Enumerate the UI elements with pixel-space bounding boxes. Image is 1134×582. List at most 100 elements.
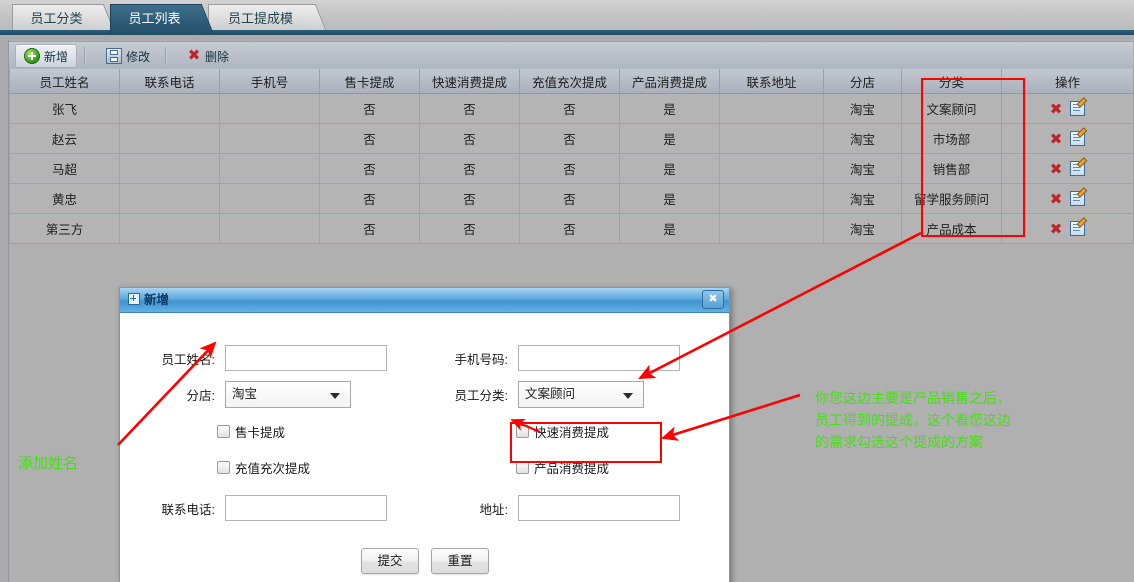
- table-row[interactable]: 张飞 否 否 否 是 淘宝 文案顾问 ✖: [9, 93, 1134, 124]
- toolbar-separator: [165, 47, 167, 65]
- contact-phone-input[interactable]: [225, 495, 387, 521]
- field-employee-category: 员工分类: 文案顾问: [440, 381, 644, 408]
- window-grid-icon: [128, 293, 140, 305]
- table-body: 张飞 否 否 否 是 淘宝 文案顾问 ✖ 赵云 否 否 否 是 淘宝 市场部 ✖…: [9, 93, 1134, 244]
- field-employee-name: 员工姓名:: [140, 345, 387, 371]
- table-row[interactable]: 第三方 否 否 否 是 淘宝 产品成本 ✖: [9, 213, 1134, 244]
- delete-button[interactable]: ✖ 删除: [179, 45, 237, 67]
- tab-strip: 员工分类 员工列表 员工提成模版: [0, 0, 1134, 53]
- cell-mobile: [219, 213, 320, 244]
- checkbox-box[interactable]: [217, 425, 230, 438]
- annotation-note-add-name: 添加姓名: [18, 454, 79, 472]
- col-header-operation[interactable]: 操作: [1001, 69, 1134, 94]
- annotation-note-right-line3: 的需求勾选这个提成的方案: [815, 435, 983, 451]
- employee-name-input[interactable]: [225, 345, 387, 371]
- table-row[interactable]: 马超 否 否 否 是 淘宝 销售部 ✖: [9, 153, 1134, 184]
- dialog-body: 员工姓名: 手机号码: 分店: 淘宝 员工分类: 文案顾问 售卡提成 快速消费提…: [120, 313, 729, 582]
- cell-store: 淘宝: [823, 123, 902, 154]
- cell-name: 马超: [9, 153, 120, 184]
- cell-recharge: 否: [519, 123, 620, 154]
- cell-card: 否: [319, 213, 420, 244]
- submit-button[interactable]: 提交: [361, 548, 419, 574]
- address-label: 地址:: [479, 502, 508, 517]
- cell-category: 产品成本: [901, 213, 1002, 244]
- cell-name: 第三方: [9, 213, 120, 244]
- delete-button-label: 删除: [205, 49, 230, 64]
- row-edit-icon[interactable]: [1070, 220, 1086, 236]
- table-row[interactable]: 赵云 否 否 否 是 淘宝 市场部 ✖: [9, 123, 1134, 154]
- screen: 员工分类 员工列表 员工提成模版 新增 修改 ✖ 删除: [0, 0, 1134, 582]
- checkbox-box[interactable]: [516, 461, 529, 474]
- annotation-note-right-line2: 员工得到的提成，这个看您这边: [815, 413, 1011, 429]
- cell-fast: 否: [419, 123, 520, 154]
- cell-category: 留学服务顾问: [901, 183, 1002, 214]
- add-circle-green-icon: [24, 48, 40, 64]
- cell-mobile: [219, 153, 320, 184]
- row-edit-icon[interactable]: [1070, 100, 1086, 116]
- col-header-card[interactable]: 售卡提成: [319, 69, 420, 94]
- col-header-fast[interactable]: 快速消费提成: [419, 69, 520, 94]
- table-row[interactable]: 黄忠 否 否 否 是 淘宝 留学服务顾问 ✖: [9, 183, 1134, 214]
- checkbox-label: 充值充次提成: [235, 462, 311, 476]
- store-select[interactable]: 淘宝: [225, 381, 351, 408]
- col-header-store[interactable]: 分店: [823, 69, 902, 94]
- cell-card: 否: [319, 183, 420, 214]
- add-button-label: 新增: [44, 49, 69, 64]
- cell-recharge: 否: [519, 93, 620, 124]
- cell-operation: ✖: [1001, 213, 1134, 244]
- row-edit-icon[interactable]: [1070, 160, 1086, 176]
- reset-button[interactable]: 重置: [431, 548, 489, 574]
- cell-category: 销售部: [901, 153, 1002, 184]
- add-button[interactable]: 新增: [15, 44, 78, 68]
- cell-name: 赵云: [9, 123, 120, 154]
- employee-table: 员工姓名 联系电话 手机号 售卡提成 快速消费提成 充值充次提成 产品消费提成 …: [9, 69, 1134, 244]
- edit-button[interactable]: 修改: [98, 45, 158, 67]
- col-header-category[interactable]: 分类: [901, 69, 1002, 94]
- cell-product: 是: [619, 213, 720, 244]
- cell-product: 是: [619, 183, 720, 214]
- row-delete-icon[interactable]: ✖: [1050, 101, 1063, 118]
- cell-category: 市场部: [901, 123, 1002, 154]
- row-delete-icon[interactable]: ✖: [1050, 161, 1063, 178]
- row-delete-icon[interactable]: ✖: [1050, 191, 1063, 208]
- cell-store: 淘宝: [823, 93, 902, 124]
- row-edit-icon[interactable]: [1070, 190, 1086, 206]
- dialog-title-label: 新增: [144, 293, 170, 307]
- col-header-mobile[interactable]: 手机号: [219, 69, 320, 94]
- col-header-recharge[interactable]: 充值充次提成: [519, 69, 620, 94]
- checkbox-fast-consumption-commission[interactable]: 快速消费提成: [516, 422, 609, 441]
- tab-label: 员工列表: [128, 11, 181, 26]
- cell-card: 否: [319, 153, 420, 184]
- row-delete-icon[interactable]: ✖: [1050, 221, 1063, 238]
- col-header-address[interactable]: 联系地址: [719, 69, 824, 94]
- mobile-input[interactable]: [518, 345, 680, 371]
- tab-label: 员工分类: [30, 11, 83, 26]
- mobile-label: 手机号码:: [454, 352, 508, 367]
- cell-recharge: 否: [519, 153, 620, 184]
- cell-mobile: [219, 183, 320, 214]
- cell-card: 否: [319, 93, 420, 124]
- col-header-name[interactable]: 员工姓名: [9, 69, 120, 94]
- employee-category-select[interactable]: 文案顾问: [518, 381, 644, 408]
- checkbox-box[interactable]: [217, 461, 230, 474]
- cell-address: [719, 183, 824, 214]
- close-icon[interactable]: ✖: [702, 290, 724, 309]
- cell-product: 是: [619, 93, 720, 124]
- store-label: 分店:: [186, 389, 215, 403]
- checkbox-box[interactable]: [516, 425, 529, 438]
- cell-fast: 否: [419, 183, 520, 214]
- cell-address: [719, 93, 824, 124]
- checkbox-product-consumption-commission[interactable]: 产品消费提成: [516, 458, 609, 477]
- row-delete-icon[interactable]: ✖: [1050, 131, 1063, 148]
- col-header-phone[interactable]: 联系电话: [119, 69, 220, 94]
- tab-employee-list[interactable]: 员工列表: [110, 4, 215, 35]
- employee-category-select-value: 文案顾问: [525, 387, 576, 401]
- checkbox-card-commission[interactable]: 售卡提成: [217, 422, 285, 441]
- dialog-title-bar: 新增 ✖: [120, 288, 729, 313]
- cell-mobile: [219, 123, 320, 154]
- checkbox-recharge-commission[interactable]: 充值充次提成: [217, 458, 310, 477]
- address-input[interactable]: [518, 495, 680, 521]
- col-header-product[interactable]: 产品消费提成: [619, 69, 720, 94]
- checkbox-label: 快速消费提成: [534, 426, 610, 440]
- row-edit-icon[interactable]: [1070, 130, 1086, 146]
